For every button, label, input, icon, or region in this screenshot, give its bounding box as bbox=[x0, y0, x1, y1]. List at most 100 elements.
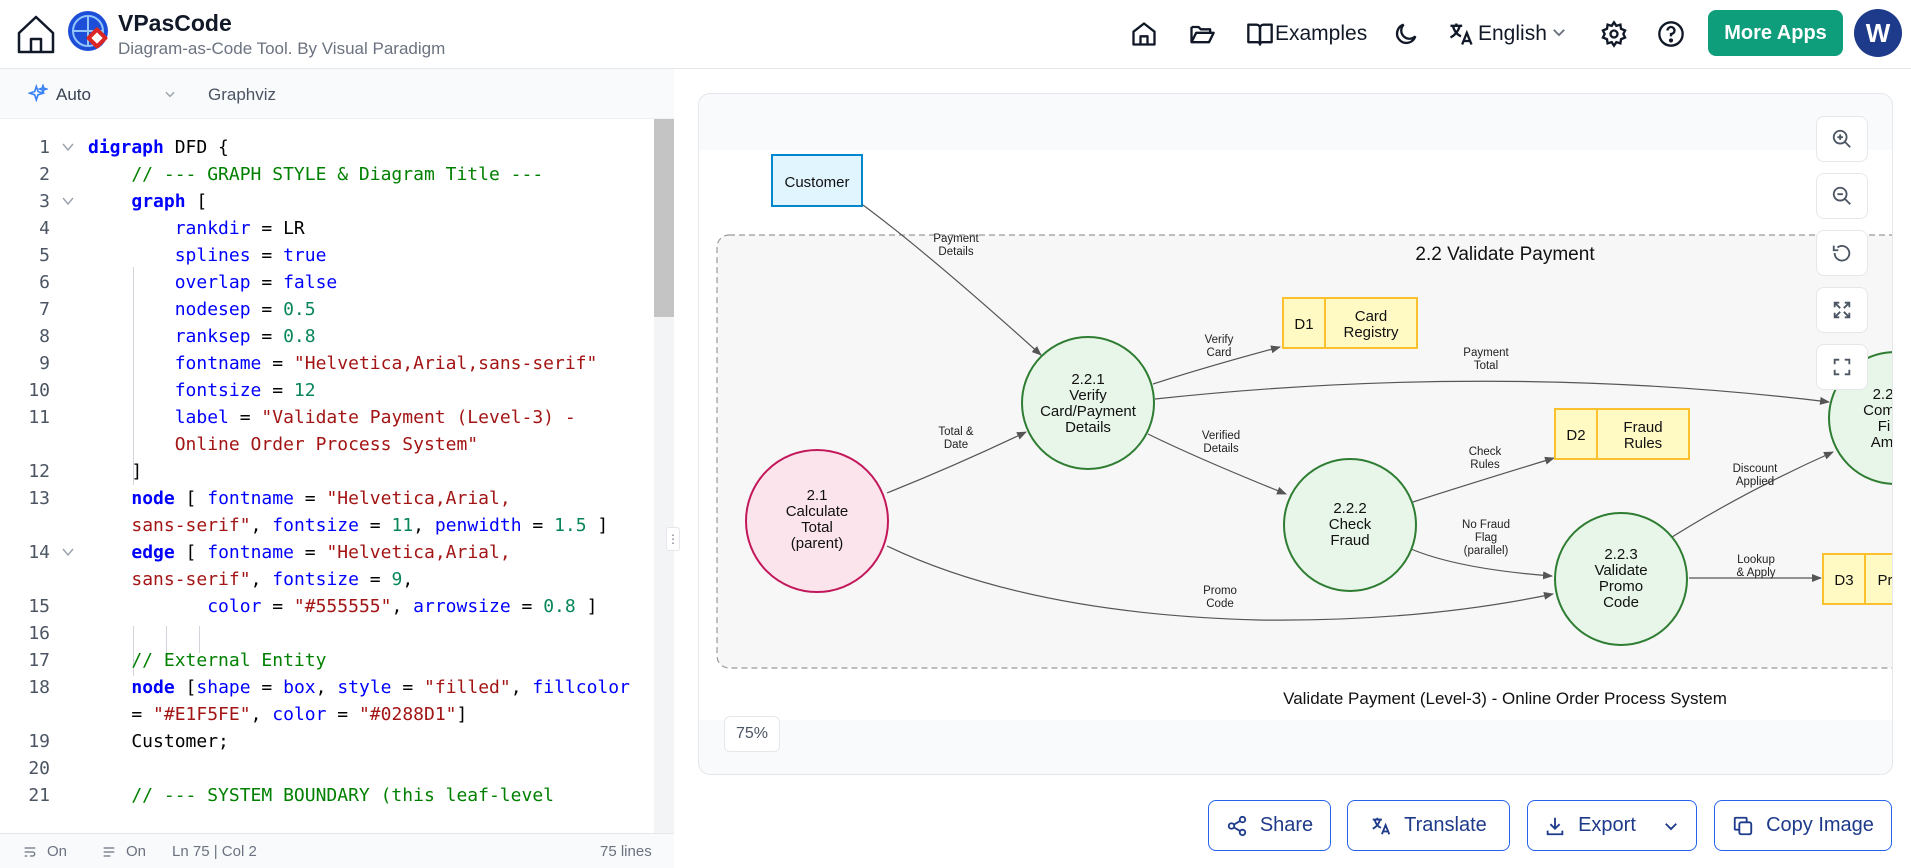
folder-open-icon[interactable] bbox=[1188, 20, 1216, 48]
svg-text:2.2.3: 2.2.3 bbox=[1604, 546, 1637, 563]
dark-mode-icon[interactable] bbox=[1392, 20, 1420, 48]
svg-text:D2: D2 bbox=[1566, 427, 1585, 444]
edge-label: Payment bbox=[933, 233, 979, 245]
zoom-level[interactable]: 75% bbox=[724, 716, 780, 752]
edge-label: Verified bbox=[1202, 430, 1240, 442]
wrap-icon bbox=[24, 847, 36, 857]
diagram-preview[interactable]: 2.2 Validate Payment Payment Details Tot… bbox=[698, 93, 1893, 775]
export-label: Export bbox=[1578, 814, 1636, 836]
examples-link[interactable]: Examples bbox=[1275, 22, 1367, 46]
book-icon[interactable] bbox=[1246, 20, 1274, 48]
svg-text:Rules: Rules bbox=[1624, 435, 1662, 452]
code-line: 14 edge [ fontname = "Helvetica,Arial, bbox=[28, 542, 511, 563]
code-line: 18 node [shape = box, style = "filled", … bbox=[28, 677, 630, 698]
code-line: 21 // --- SYSTEM BOUNDARY (this leaf-lev… bbox=[28, 785, 554, 806]
reset-view-button[interactable] bbox=[1816, 230, 1868, 276]
edge-label: Rules bbox=[1470, 459, 1500, 471]
zoom-in-button[interactable] bbox=[1816, 116, 1868, 162]
edge-label: Payment bbox=[1463, 347, 1509, 359]
mode-selector[interactable]: Auto bbox=[56, 85, 91, 105]
language-selector[interactable]: English bbox=[1478, 22, 1547, 46]
editor-status-bar: On On Ln 75 | Col 2 75 lines bbox=[0, 833, 674, 868]
translate-button[interactable]: Translate bbox=[1347, 800, 1510, 851]
fold-chevron-icon bbox=[62, 143, 74, 152]
code-line: 15 color = "#555555", arrowsize = 0.8 ] bbox=[28, 596, 598, 617]
svg-text:2.1: 2.1 bbox=[807, 487, 828, 504]
edge-label: No Fraud bbox=[1462, 519, 1510, 531]
translate-icon[interactable] bbox=[1447, 20, 1475, 48]
line-count: 75 lines bbox=[600, 843, 652, 860]
copy-icon bbox=[1733, 816, 1753, 835]
wrap-status[interactable]: On bbox=[47, 843, 67, 860]
minimap-icon bbox=[103, 847, 115, 857]
svg-text:Fraud: Fraud bbox=[1623, 419, 1662, 436]
code-line: = "#E1F5FE", color = "#0288D1"] bbox=[88, 704, 468, 725]
svg-text:Verify: Verify bbox=[1069, 387, 1107, 404]
edge-label: Check bbox=[1469, 446, 1502, 458]
code-line: 19 Customer; bbox=[28, 731, 229, 752]
edge-label: Date bbox=[944, 439, 968, 451]
svg-text:Pr: Pr bbox=[1878, 572, 1893, 589]
edge-label: Lookup bbox=[1737, 554, 1775, 566]
code-line: 3 graph [ bbox=[39, 191, 208, 212]
share-button[interactable]: Share bbox=[1208, 800, 1331, 851]
zoom-out-button[interactable] bbox=[1816, 173, 1868, 219]
code-line: 16 bbox=[28, 623, 50, 644]
help-icon[interactable] bbox=[1657, 20, 1685, 48]
edge-label: Verify bbox=[1205, 334, 1234, 346]
copy-image-button[interactable]: Copy Image bbox=[1714, 800, 1892, 851]
svg-text:Validate: Validate bbox=[1594, 562, 1647, 579]
translate-icon bbox=[1372, 817, 1391, 835]
share-icon bbox=[1227, 815, 1246, 836]
svg-text:Total: Total bbox=[801, 519, 833, 536]
fullscreen-icon bbox=[1833, 358, 1851, 376]
chevron-down-icon[interactable] bbox=[1550, 23, 1568, 41]
svg-text:(parent): (parent) bbox=[791, 535, 844, 552]
diagram-caption: Validate Payment (Level-3) - Online Orde… bbox=[1283, 689, 1727, 708]
fullscreen-button[interactable] bbox=[1816, 344, 1868, 390]
code-line: 7 nodesep = 0.5 bbox=[39, 299, 316, 320]
settings-gear-icon[interactable] bbox=[1600, 20, 1628, 48]
edge-label: Card bbox=[1207, 347, 1232, 359]
fold-chevron-icon bbox=[62, 548, 74, 557]
export-button[interactable]: Export bbox=[1527, 800, 1697, 851]
code-line: sans-serif", fontsize = 11, penwidth = 1… bbox=[131, 515, 609, 536]
home-icon[interactable] bbox=[14, 12, 58, 56]
more-apps-button[interactable]: More Apps bbox=[1708, 10, 1843, 56]
code-line: Online Order Process System" bbox=[88, 434, 479, 455]
home-nav-icon[interactable] bbox=[1130, 20, 1158, 48]
app-logo bbox=[67, 10, 109, 52]
code-line: 10 fontsize = 12 bbox=[28, 380, 316, 401]
code-line: 11 label = "Validate Payment (Level-3) - bbox=[28, 407, 576, 428]
minimap-status[interactable]: On bbox=[126, 843, 146, 860]
svg-text:Card: Card bbox=[1355, 308, 1388, 325]
app-subtitle: Diagram-as-Code Tool. By Visual Paradigm bbox=[118, 39, 446, 58]
code-text-area[interactable]: 1 digraph DFD { 2 // --- GRAPH STYLE & Di… bbox=[0, 119, 674, 833]
user-avatar[interactable]: W bbox=[1854, 9, 1902, 57]
editor-scrollbar-thumb[interactable] bbox=[654, 119, 674, 317]
subprocess-title: 2.2 Validate Payment bbox=[1415, 244, 1595, 265]
fit-view-button[interactable] bbox=[1816, 287, 1868, 333]
code-line: 13 node [ fontname = "Helvetica,Arial, bbox=[28, 488, 511, 509]
svg-text:Card/Payment: Card/Payment bbox=[1040, 403, 1137, 420]
svg-text:D3: D3 bbox=[1834, 572, 1853, 589]
code-line: 1 digraph DFD { bbox=[39, 137, 229, 158]
edge-label: Details bbox=[1203, 443, 1238, 455]
copy-image-label: Copy Image bbox=[1766, 814, 1874, 836]
chevron-down-icon bbox=[1664, 822, 1677, 830]
engine-label[interactable]: Graphviz bbox=[208, 85, 276, 105]
svg-text:2.2.1: 2.2.1 bbox=[1071, 371, 1104, 388]
edge-label: Applied bbox=[1736, 476, 1774, 488]
edge-label: Code bbox=[1206, 598, 1234, 610]
app-header: VPasCode Diagram-as-Code Tool. By Visual… bbox=[0, 0, 1911, 69]
pane-resize-handle[interactable]: ⋮ bbox=[666, 527, 680, 551]
svg-text:2.2.2: 2.2.2 bbox=[1333, 500, 1366, 517]
mode-chevron-down-icon[interactable] bbox=[163, 87, 177, 101]
svg-text:Details: Details bbox=[1065, 419, 1111, 436]
svg-text:Calculate: Calculate bbox=[786, 503, 849, 520]
edge-label: Total bbox=[1474, 360, 1498, 372]
svg-text:Am: Am bbox=[1871, 434, 1893, 451]
edge-label: Promo bbox=[1203, 585, 1237, 597]
fold-chevron-icon bbox=[62, 197, 74, 206]
zoom-out-icon bbox=[1832, 186, 1851, 205]
